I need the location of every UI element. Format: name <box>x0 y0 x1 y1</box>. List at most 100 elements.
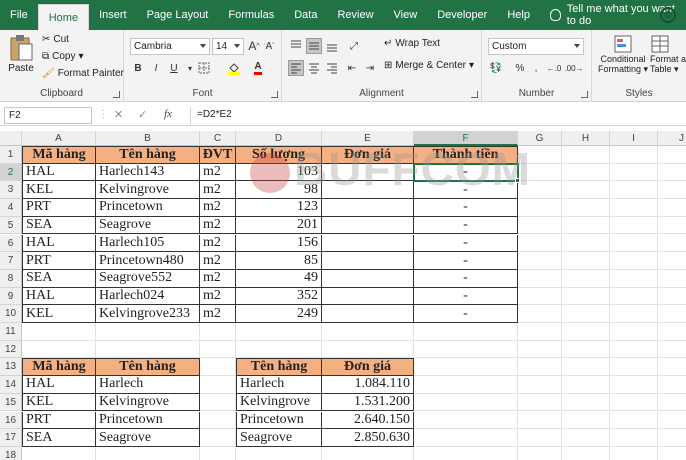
grid-cell[interactable] <box>562 393 610 412</box>
grid-cell[interactable] <box>562 269 610 288</box>
cell-c8[interactable]: m2 <box>200 269 236 288</box>
cell-c3[interactable]: m2 <box>200 181 236 200</box>
fill-handle[interactable] <box>515 178 520 184</box>
cell-b16[interactable]: Princetown <box>96 411 200 430</box>
grid-cell[interactable] <box>658 217 686 235</box>
cell-b1[interactable]: Tên hàng <box>96 146 200 164</box>
row-header-9[interactable]: 9 <box>0 287 22 306</box>
grid-cell[interactable] <box>562 181 610 200</box>
grid-cell[interactable] <box>200 323 236 341</box>
grid-cell[interactable] <box>658 358 686 377</box>
grid-cell[interactable] <box>518 323 562 341</box>
grid-cell[interactable] <box>610 393 658 412</box>
grid-cell[interactable] <box>22 446 96 460</box>
cell-e8[interactable] <box>322 269 414 288</box>
active-cell-selection[interactable] <box>413 162 519 183</box>
column-header-g[interactable]: G <box>518 131 562 146</box>
cell-a5[interactable]: SEA <box>22 216 96 235</box>
row-header-11[interactable]: 11 <box>0 323 22 341</box>
cell-a4[interactable]: PRT <box>22 199 96 217</box>
column-header-e[interactable]: E <box>322 131 414 146</box>
grid-cell[interactable] <box>518 269 562 288</box>
grid-cell[interactable] <box>610 163 658 182</box>
cell-a13[interactable]: Mã hàng <box>22 358 96 377</box>
cell-e14[interactable]: 1.084.110 <box>322 376 414 394</box>
cell-f1[interactable]: Thành tiền <box>414 146 518 164</box>
grid-cell[interactable] <box>200 340 236 359</box>
row-header-4[interactable]: 4 <box>0 199 22 217</box>
decrease-indent-button[interactable]: ⇤ <box>344 60 360 76</box>
grid-cell[interactable] <box>414 358 518 377</box>
font-size-select[interactable]: 14 <box>212 38 244 55</box>
grid-cell[interactable] <box>518 287 562 306</box>
grid-cell[interactable] <box>562 305 610 323</box>
grid-cell[interactable] <box>610 234 658 253</box>
borders-button[interactable] <box>196 60 212 76</box>
grid-cell[interactable] <box>518 446 562 460</box>
grid-cell[interactable] <box>562 411 610 430</box>
grid-cell[interactable] <box>518 163 562 182</box>
merge-center-button[interactable]: ⊞ Merge & Center ▾ <box>384 60 474 71</box>
row-header-18[interactable]: 18 <box>0 446 22 460</box>
wrap-text-button[interactable]: ↵ Wrap Text <box>384 38 440 49</box>
increase-decimal-button[interactable]: ←.0 <box>546 60 562 76</box>
cell-d9[interactable]: 352 <box>236 287 322 306</box>
grid-cell[interactable] <box>96 323 200 341</box>
grid-cell[interactable] <box>610 340 658 359</box>
cell-e7[interactable] <box>322 252 414 270</box>
grid-cell[interactable] <box>562 234 610 253</box>
grid-cell[interactable] <box>658 181 686 200</box>
grid-cell[interactable] <box>414 323 518 341</box>
conditional-formatting-button[interactable]: Conditional Formatting ▾ <box>598 34 648 75</box>
cell-b8[interactable]: Seagrove552 <box>96 269 200 288</box>
cell-f9[interactable]: - <box>414 287 518 306</box>
column-header-a[interactable]: A <box>22 131 96 146</box>
grid-cell[interactable] <box>610 411 658 430</box>
grid-cell[interactable] <box>518 216 562 235</box>
grid-cell[interactable] <box>610 199 658 217</box>
grid-cell[interactable] <box>200 411 236 430</box>
grid-cell[interactable] <box>562 252 610 270</box>
format-as-table-button[interactable]: Format a Table ▾ <box>650 34 686 75</box>
grid-cell[interactable] <box>518 252 562 270</box>
cell-e10[interactable] <box>322 305 414 323</box>
cell-e9[interactable] <box>322 287 414 306</box>
cell-a10[interactable]: KEL <box>22 305 96 323</box>
cell-f7[interactable]: - <box>414 252 518 270</box>
cell-d10[interactable]: 249 <box>236 305 322 323</box>
cell-d15[interactable]: Kelvingrove <box>236 393 322 412</box>
grid-cell[interactable] <box>658 341 686 359</box>
grid-cell[interactable] <box>658 394 686 412</box>
cell-f10[interactable]: - <box>414 305 518 323</box>
underline-button[interactable]: U <box>166 60 182 76</box>
grid-cell[interactable] <box>414 340 518 359</box>
cell-a17[interactable]: SEA <box>22 429 96 447</box>
grid-cell[interactable] <box>200 429 236 447</box>
grid-cell[interactable] <box>414 446 518 460</box>
format-painter-button[interactable]: 🖌 Format Painter <box>42 68 124 79</box>
grid-cell[interactable] <box>518 429 562 447</box>
cell-b7[interactable]: Princetown480 <box>96 252 200 270</box>
grid-cell[interactable] <box>200 358 236 377</box>
fill-color-button[interactable] <box>226 60 242 76</box>
cell-a7[interactable]: PRT <box>22 252 96 270</box>
grid-cell[interactable] <box>658 288 686 306</box>
cell-b6[interactable]: Harlech105 <box>96 234 200 253</box>
orientation-button[interactable]: ⤢ <box>346 38 362 54</box>
grid-cell[interactable] <box>610 269 658 288</box>
cell-a14[interactable]: HAL <box>22 376 96 394</box>
cell-b13[interactable]: Tên hàng <box>96 358 200 377</box>
tab-help[interactable]: Help <box>497 0 540 30</box>
italic-button[interactable]: I <box>148 60 164 76</box>
column-header-f[interactable]: F <box>414 131 518 146</box>
cell-d7[interactable]: 85 <box>236 252 322 270</box>
clipboard-launcher-icon[interactable] <box>113 91 120 98</box>
row-header-3[interactable]: 3 <box>0 181 22 200</box>
grid-cell[interactable] <box>200 376 236 394</box>
cell-f8[interactable]: - <box>414 269 518 288</box>
cell-c10[interactable]: m2 <box>200 305 236 323</box>
cell-d4[interactable]: 123 <box>236 199 322 217</box>
grid-cell[interactable] <box>610 146 658 164</box>
cell-c7[interactable]: m2 <box>200 252 236 270</box>
select-all-corner[interactable] <box>0 131 22 146</box>
